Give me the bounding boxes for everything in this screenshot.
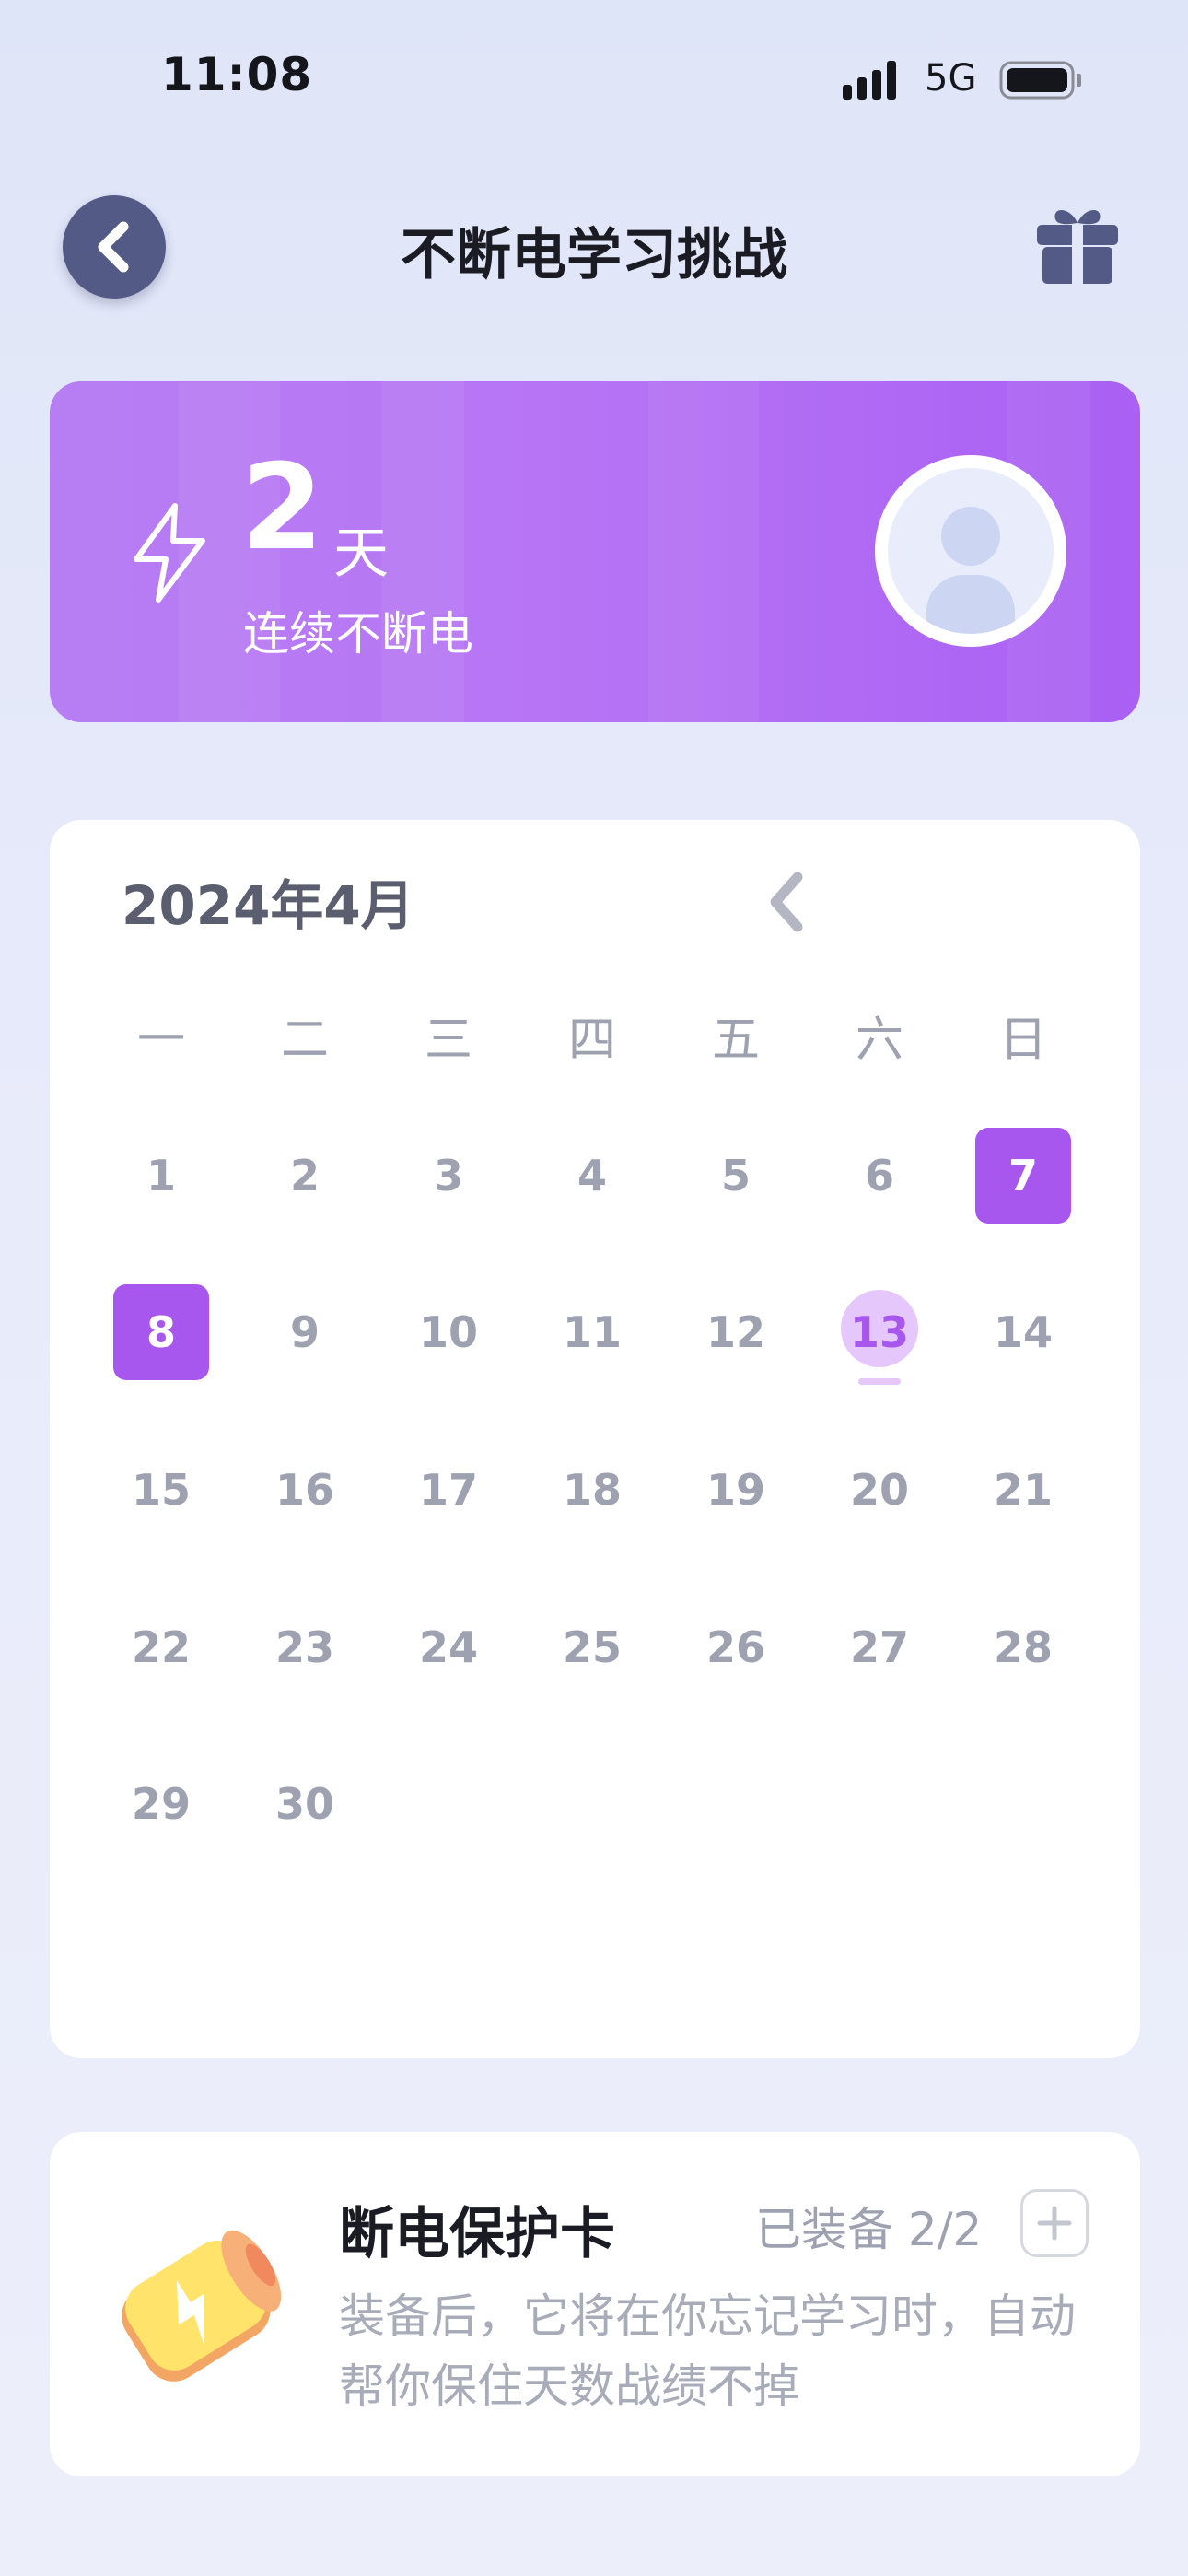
calendar-day[interactable]: 30 [257,1756,353,1852]
plus-icon [1037,2206,1072,2241]
weekday-label: 一 [136,1013,185,1068]
calendar-day[interactable]: 17 [401,1442,496,1538]
protection-card-title: 断电保护卡 [339,2202,615,2266]
calendar-day[interactable]: 25 [544,1599,640,1695]
calendar-day[interactable]: 3 [401,1128,496,1224]
calendar-day[interactable]: 10 [401,1284,496,1380]
calendar-day[interactable]: 28 [975,1599,1071,1695]
battery-icon [999,61,1081,100]
calendar-day[interactable]: 7 [975,1128,1071,1224]
weekday-label: 四 [567,1013,616,1068]
calendar-day[interactable]: 19 [688,1442,784,1538]
streak-unit: 天 [333,521,389,586]
equipped-count: 已装备 2/2 [755,2203,983,2256]
calendar-day[interactable]: 29 [113,1756,209,1852]
calendar-day[interactable]: 8 [113,1284,209,1380]
calendar-day[interactable]: 14 [975,1284,1071,1380]
avatar[interactable] [875,455,1066,647]
calendar-day[interactable]: 12 [688,1284,784,1380]
calendar-day[interactable]: 18 [544,1442,640,1538]
calendar-day[interactable]: 23 [257,1599,353,1695]
calendar-day[interactable]: 15 [113,1442,209,1538]
calendar-day[interactable]: 1 [113,1128,209,1224]
weekday-label: 二 [280,1013,329,1068]
weekday-label: 三 [424,1013,472,1068]
weekday-label: 五 [711,1013,760,1068]
protection-card-description: 装备后，它将在你忘记学习时，自动帮你保住天数战绩不掉 [339,2289,1076,2413]
chevron-left-icon[interactable] [761,870,816,934]
calendar-day[interactable]: 27 [832,1599,927,1695]
signal-icon [843,61,896,100]
calendar-day[interactable]: 9 [257,1284,353,1380]
battery-card-icon [122,2230,282,2382]
calendar-day[interactable]: 13 [832,1284,927,1380]
weekday-label: 日 [998,1013,1047,1068]
streak-days: 2 [241,439,324,577]
lightning-icon [134,503,205,603]
status-time: 11:08 [161,48,313,101]
calendar-day[interactable]: 16 [257,1442,353,1538]
calendar-day[interactable]: 2 [257,1128,353,1224]
calendar-day[interactable]: 24 [401,1599,496,1695]
gift-icon[interactable] [1035,201,1120,286]
calendar-day[interactable]: 5 [688,1128,784,1224]
network-label: 5G [925,57,977,100]
page-title: 不断电学习挑战 [401,223,787,287]
weekday-label: 六 [855,1013,903,1068]
calendar-day[interactable]: 11 [544,1284,640,1380]
add-card-button[interactable] [1020,2189,1089,2257]
calendar-day[interactable]: 26 [688,1599,784,1695]
calendar-month-label: 2024年4月 [122,874,414,937]
streak-label: 连续不断电 [243,607,473,661]
calendar-day[interactable]: 21 [975,1442,1071,1538]
calendar-day[interactable]: 20 [832,1442,927,1538]
calendar-day[interactable]: 4 [544,1128,640,1224]
calendar-day[interactable]: 22 [113,1599,209,1695]
calendar-day[interactable]: 6 [832,1128,927,1224]
